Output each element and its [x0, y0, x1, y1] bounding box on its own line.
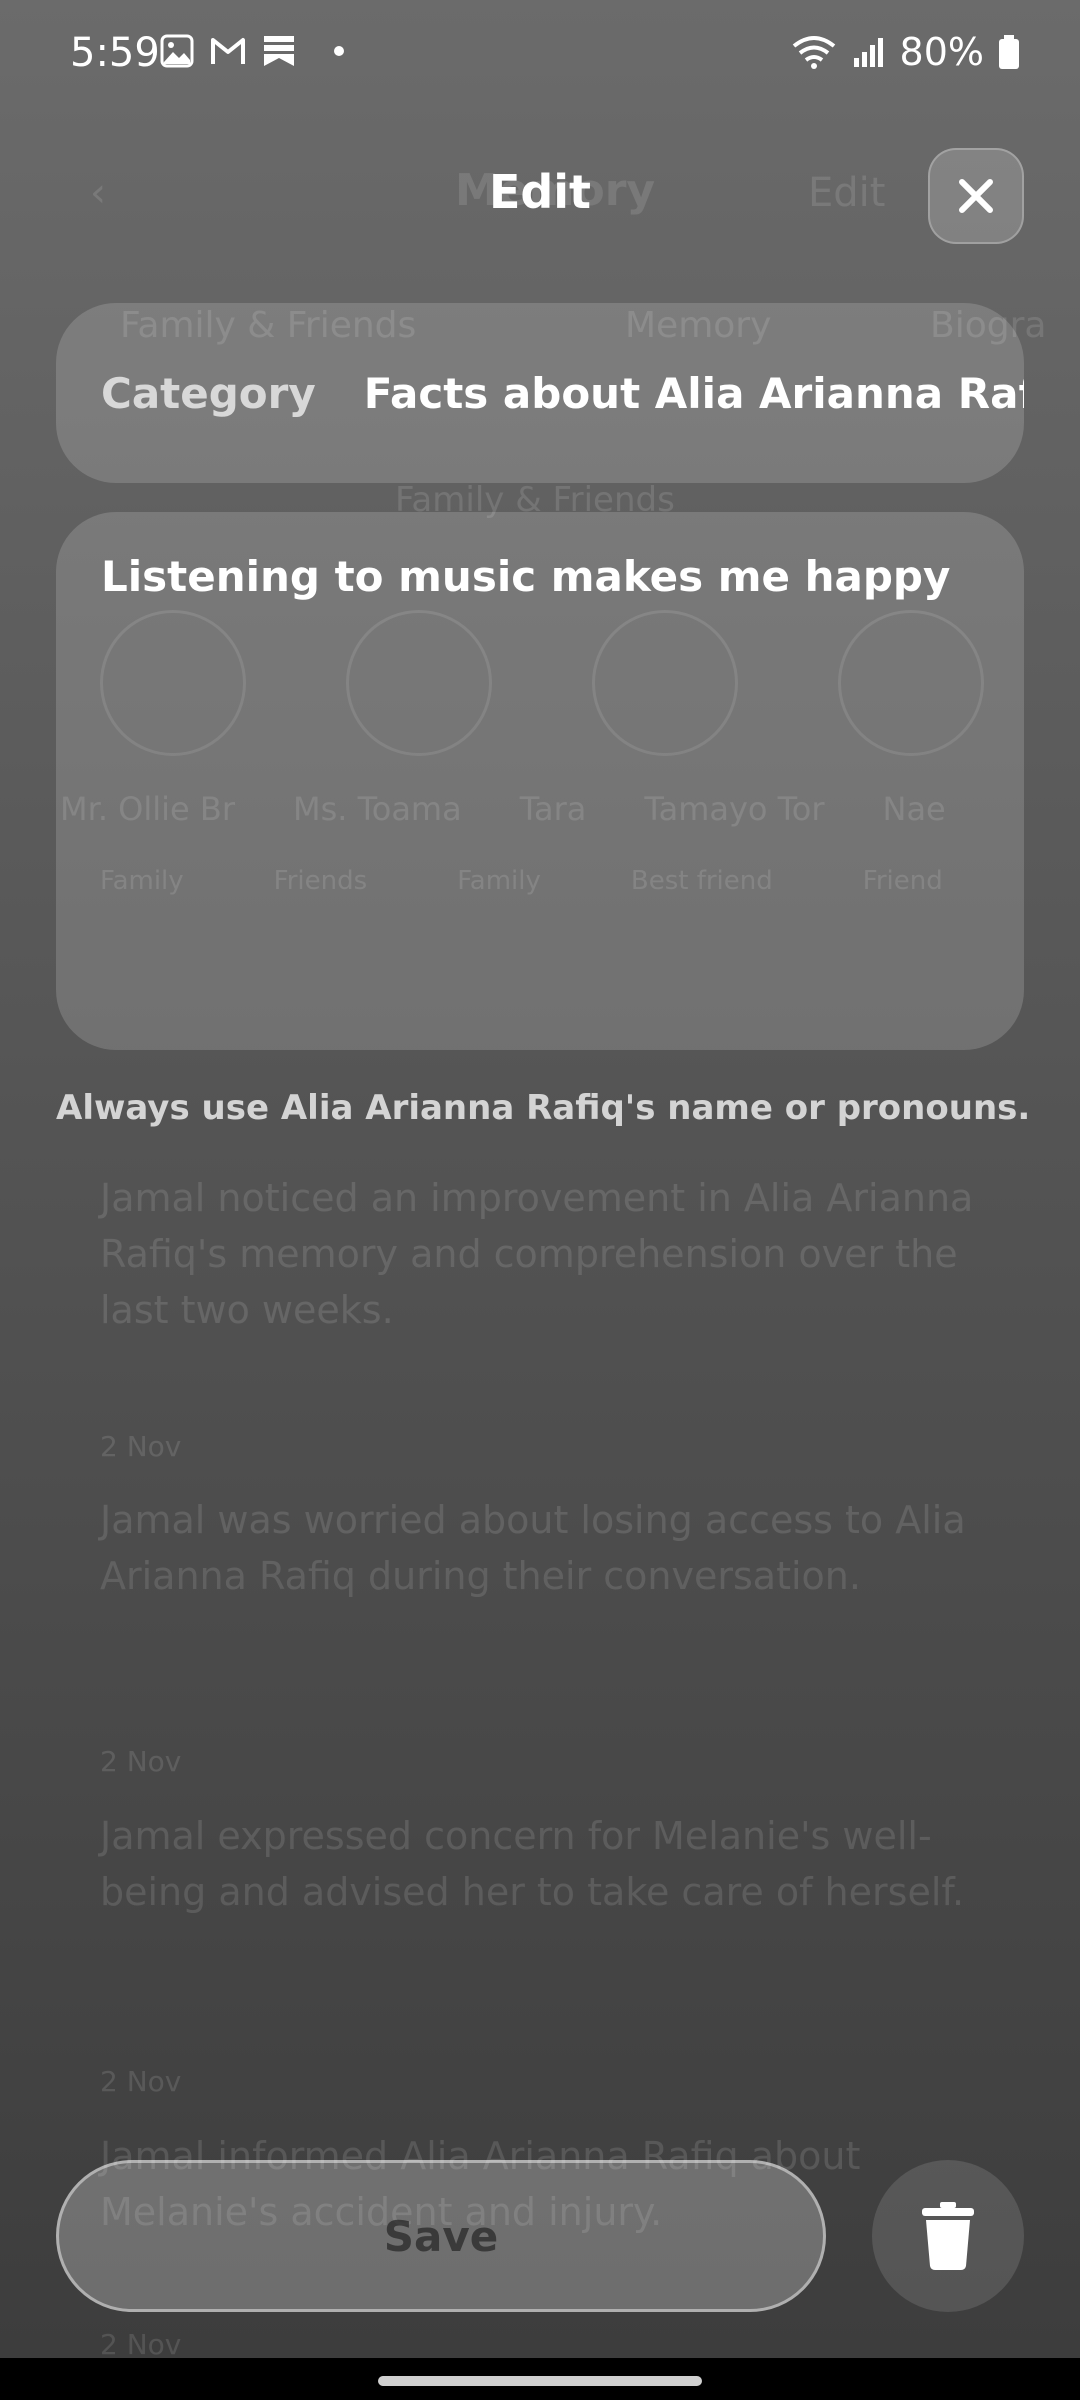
category-selector[interactable]: Category Facts about Alia Arianna Rafi: [56, 303, 1024, 483]
background-entry: Jamal was worried about losing access to…: [100, 1498, 966, 1598]
background-entry: Jamal expressed concern for Melanie's we…: [100, 1814, 965, 1914]
background-entry-time: 2 Nov: [100, 2328, 182, 2361]
status-bar: 5:59 80%: [0, 0, 1080, 110]
gmail-icon: [210, 36, 246, 66]
background-entry-time: 2 Nov: [100, 2065, 182, 2098]
more-notifications-dot: [334, 46, 344, 56]
battery-percent: 80%: [899, 30, 984, 74]
gallery-icon: [160, 34, 194, 68]
memory-text: Listening to music makes me happy: [101, 552, 951, 601]
background-entry: Jamal noticed an improvement in Alia Ari…: [100, 1176, 974, 1332]
home-handle[interactable]: [378, 2376, 702, 2386]
trash-icon: [920, 2202, 976, 2270]
signal-icon: [852, 36, 886, 68]
page-title: Edit: [488, 165, 592, 219]
battery-icon: [998, 34, 1020, 70]
delete-button[interactable]: [872, 2160, 1024, 2312]
notification-icons: [160, 34, 344, 68]
wifi-icon: [790, 34, 838, 70]
close-button[interactable]: [928, 148, 1024, 244]
bookmark-app-icon: [262, 34, 296, 68]
close-icon: [956, 176, 996, 216]
background-entry-time: 2 Nov: [100, 1745, 182, 1778]
pronoun-hint: Always use Alia Arianna Rafiq's name or …: [56, 1088, 1031, 1128]
system-status: 80%: [790, 30, 1020, 74]
category-label: Category: [101, 368, 316, 418]
category-value: Facts about Alia Arianna Rafi: [363, 368, 1024, 418]
navigation-bar: [0, 2358, 1080, 2400]
status-time: 5:59: [70, 30, 160, 76]
background-entry-time: 2 Nov: [100, 1430, 182, 1463]
memory-text-field[interactable]: Listening to music makes me happy: [56, 512, 1024, 1050]
save-button[interactable]: Save: [56, 2160, 826, 2312]
